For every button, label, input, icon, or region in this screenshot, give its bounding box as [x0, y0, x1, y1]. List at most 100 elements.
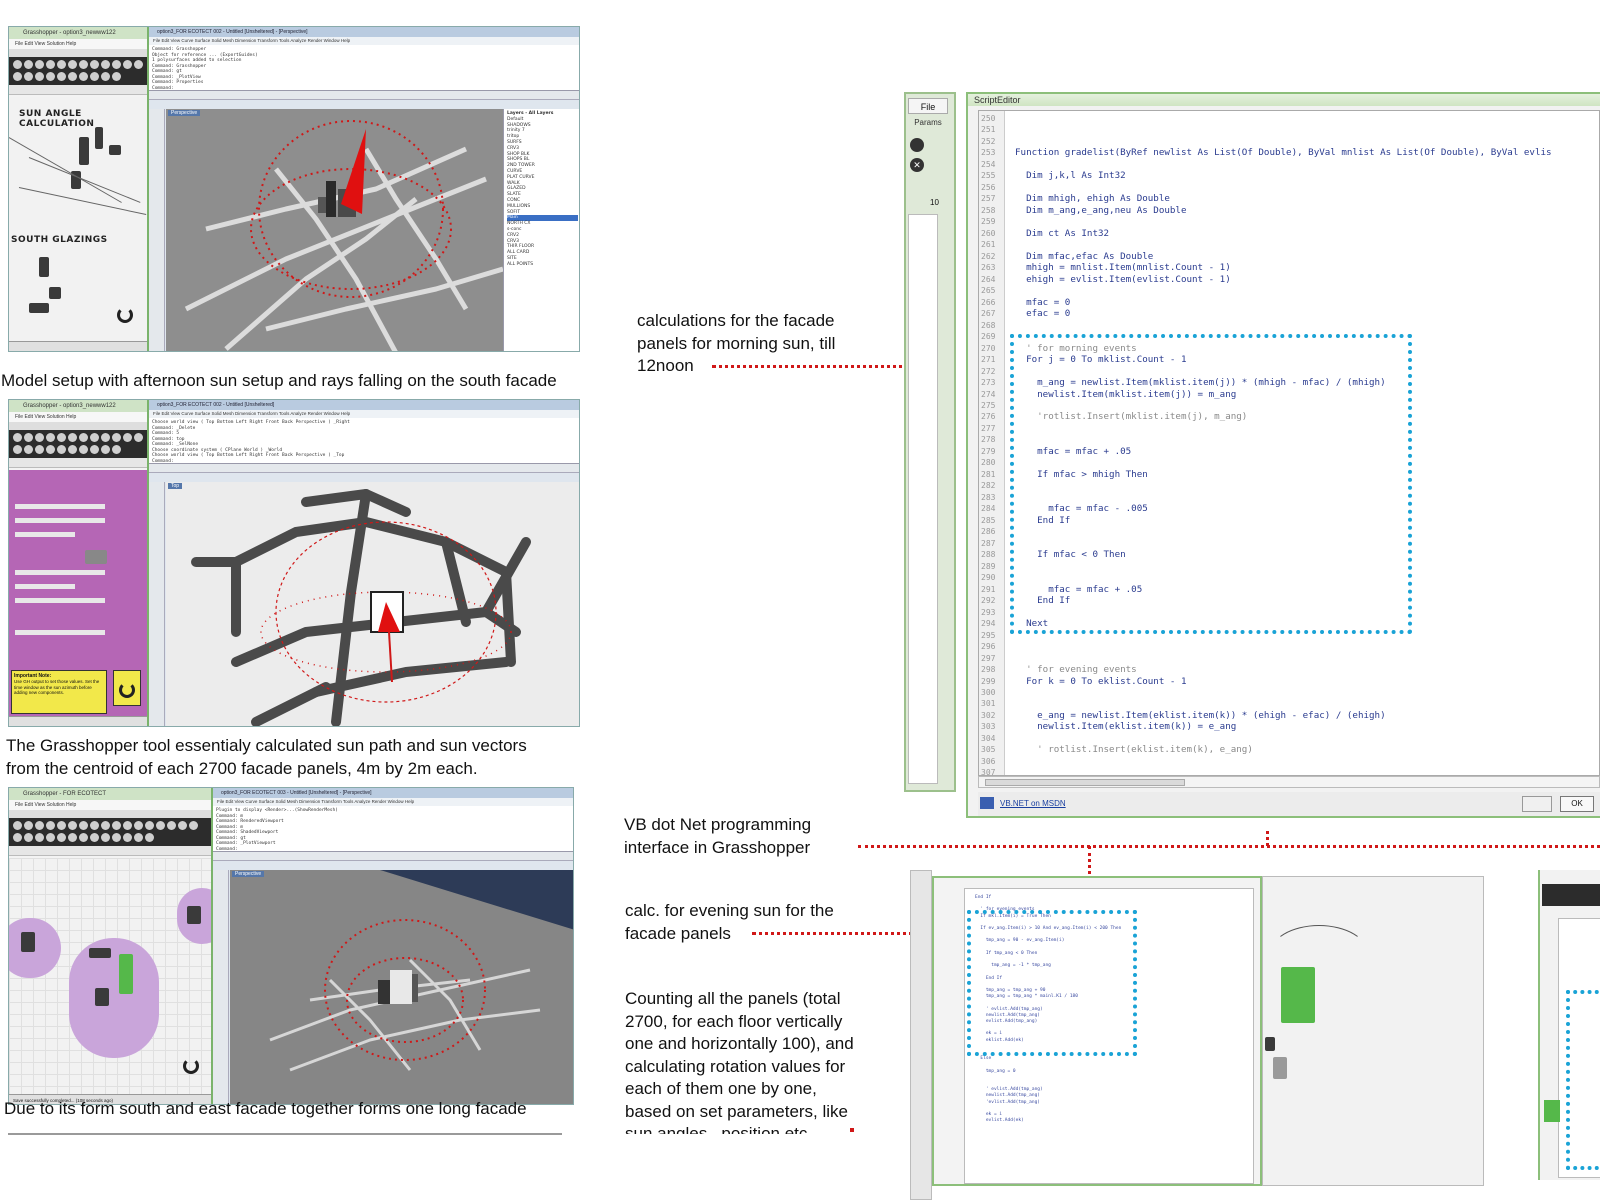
- top-viewport[interactable]: Top: [166, 482, 579, 726]
- code-line[interactable]: ehigh = evlist.Item(evlist.Count - 1): [1015, 274, 1231, 286]
- component-ribbon[interactable]: [9, 430, 147, 458]
- line-number: 258: [981, 205, 996, 215]
- rhino-toolbar[interactable]: [149, 91, 579, 100]
- code-comment[interactable]: ' for evening events: [1015, 664, 1137, 676]
- grasshopper-canvas[interactable]: Important Note: Use GH output to set tho…: [9, 470, 147, 716]
- note-text: Use GH output to set those values. Set t…: [14, 679, 100, 695]
- canvas-toolbar[interactable]: [9, 846, 211, 856]
- viewport-tab[interactable]: Perspective: [168, 110, 201, 116]
- component[interactable]: [85, 550, 107, 564]
- code-line[interactable]: Dim ct As Int32: [1015, 228, 1109, 240]
- layers-panel[interactable]: Layers - All Layers Default SHADOWS trin…: [503, 109, 579, 351]
- component[interactable]: [95, 127, 103, 149]
- code-line[interactable]: e_ang = newlist.Item(eklist.item(k)) * (…: [1015, 710, 1385, 722]
- code-line[interactable]: Dim mhigh, ehigh As Double: [1015, 193, 1170, 205]
- component[interactable]: [119, 954, 133, 994]
- slider[interactable]: [15, 630, 105, 635]
- rhino-side-toolbar[interactable]: [213, 870, 229, 1104]
- params-label[interactable]: Params: [908, 118, 948, 127]
- slider[interactable]: [15, 570, 105, 575]
- slider[interactable]: [15, 518, 105, 523]
- slider[interactable]: [15, 504, 105, 509]
- cancel-button[interactable]: [1522, 796, 1552, 812]
- south-glazings-label: SOUTH GLAZINGS: [11, 235, 108, 245]
- wire: [9, 137, 122, 203]
- code-line[interactable]: 'evlist.Add(tmp_ang): [975, 1100, 1040, 1105]
- rhino-side-toolbar[interactable]: [149, 109, 165, 351]
- code-line[interactable]: evlist.Add(ek): [975, 1118, 1024, 1123]
- line-number: 280: [981, 458, 996, 468]
- grasshopper-canvas[interactable]: [9, 858, 211, 1094]
- rhino-menu[interactable]: File Edit View Curve Surface Solid Mesh …: [213, 798, 573, 806]
- slider[interactable]: [15, 584, 75, 589]
- component-ribbon[interactable]: [9, 818, 211, 846]
- component[interactable]: [109, 145, 121, 155]
- grasshopper-tabs[interactable]: [9, 422, 147, 430]
- viewport-tab[interactable]: Top: [168, 483, 183, 489]
- close-icon[interactable]: ✕: [910, 158, 924, 172]
- code-line[interactable]: Dim m_ang,e_ang,neu As Double: [1015, 205, 1186, 217]
- perspective-viewport[interactable]: Perspective: [166, 109, 503, 351]
- code-line[interactable]: newlist.Add(tmp_ang): [975, 1093, 1040, 1098]
- code-line[interactable]: ek = i: [975, 1112, 1002, 1117]
- msdn-link[interactable]: VB.NET on MSDN: [1000, 799, 1066, 808]
- component[interactable]: [21, 932, 35, 952]
- component[interactable]: [95, 988, 109, 1006]
- grasshopper-menu[interactable]: File Edit View Solution Help: [9, 800, 211, 810]
- rhino-menu[interactable]: File Edit View Curve Surface Solid Mesh …: [149, 37, 579, 45]
- code-line[interactable]: Function gradelist(ByRef newlist As List…: [1015, 147, 1552, 159]
- ribbon-far[interactable]: [1542, 884, 1600, 906]
- horizontal-scrollbar[interactable]: [978, 776, 1600, 788]
- grasshopper-menu[interactable]: File Edit View Solution Help: [9, 39, 147, 49]
- rhino-toolbar[interactable]: [149, 464, 579, 473]
- code-line[interactable]: Else: [975, 1056, 991, 1061]
- rhino-menu[interactable]: File Edit View Curve Surface Solid Mesh …: [149, 410, 579, 418]
- rhino-toolbar[interactable]: [213, 852, 573, 861]
- component[interactable]: [187, 906, 201, 924]
- grasshopper-tabs[interactable]: [9, 810, 211, 818]
- code-line[interactable]: Dim j,k,l As Int32: [1015, 170, 1126, 182]
- line-number: 272: [981, 366, 996, 376]
- grasshopper-window: Grasshopper - option3_newww122 File Edit…: [9, 400, 149, 726]
- component[interactable]: [79, 137, 89, 165]
- code-line[interactable]: newlist.Item(eklist.item(k)) = e_ang: [1015, 721, 1236, 733]
- file-menu-button[interactable]: File: [908, 98, 948, 114]
- code-comment[interactable]: ' rotlist.Insert(eklist.item(k), e_ang): [1015, 744, 1253, 756]
- slider[interactable]: [15, 532, 75, 537]
- code-line[interactable]: mfac = 0: [1015, 297, 1070, 309]
- component[interactable]: [39, 257, 49, 277]
- code-line[interactable]: tmp_ang = 0: [975, 1069, 1016, 1074]
- ok-button[interactable]: OK: [1560, 796, 1594, 812]
- code-line[interactable]: efac = 0: [1015, 308, 1070, 320]
- grasshopper-canvas-bottom[interactable]: [1262, 876, 1484, 1186]
- canvas-toolbar[interactable]: [9, 85, 147, 95]
- param-icon[interactable]: [910, 138, 924, 152]
- component[interactable]: [49, 287, 61, 299]
- slider[interactable]: [15, 598, 105, 603]
- code-line[interactable]: mhigh = mnlist.Item(mnlist.Count - 1): [1015, 262, 1231, 274]
- layer-row[interactable]: ALL POINTS: [507, 262, 578, 268]
- code-line[interactable]: End If: [975, 895, 991, 900]
- rhino-window: option3_FOR ECOTECT 003 - Untitled [Unsh…: [213, 788, 573, 1104]
- grasshopper-menu[interactable]: File Edit View Solution Help: [9, 412, 147, 422]
- component-far[interactable]: [1544, 1100, 1560, 1122]
- rhino-side-toolbar[interactable]: [149, 482, 165, 726]
- viewport-tab[interactable]: Perspective: [232, 871, 265, 877]
- grasshopper-tabs[interactable]: [9, 49, 147, 57]
- perspective-viewport[interactable]: Perspective: [230, 870, 573, 1104]
- loading-icon: [183, 1058, 199, 1074]
- note-panel[interactable]: Important Note: Use GH output to set tho…: [11, 670, 107, 714]
- component[interactable]: [1273, 1057, 1287, 1079]
- line-number: 299: [981, 676, 996, 686]
- code-line[interactable]: ' evlist.Add(tmp_ang): [975, 1087, 1043, 1092]
- vb-script-component[interactable]: [1281, 967, 1315, 1023]
- component[interactable]: [89, 948, 111, 958]
- grasshopper-canvas[interactable]: SUN ANGLE CALCULATION SOUTH GLAZINGS: [9, 97, 147, 341]
- component[interactable]: [1265, 1037, 1275, 1051]
- component-ribbon[interactable]: [9, 57, 147, 85]
- component[interactable]: [29, 303, 49, 313]
- code-line[interactable]: Dim mfac,efac As Double: [1015, 251, 1153, 263]
- canvas-toolbar[interactable]: [9, 458, 147, 468]
- code-line[interactable]: For k = 0 To eklist.Count - 1: [1015, 676, 1186, 688]
- scrollbar-thumb[interactable]: [985, 779, 1185, 786]
